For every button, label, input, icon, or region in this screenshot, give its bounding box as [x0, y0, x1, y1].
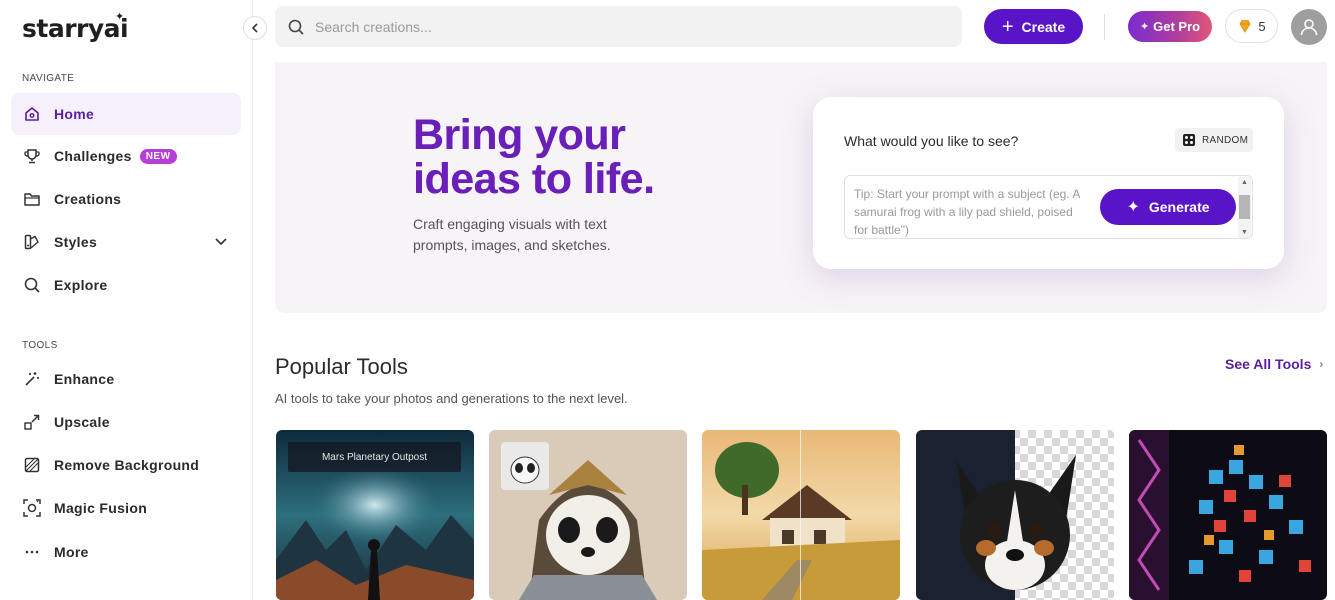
collapse-sidebar-button[interactable] [243, 16, 267, 40]
sidebar-item-upscale[interactable]: Upscale [11, 401, 241, 443]
scroll-down-icon[interactable]: ▼ [1241, 229, 1248, 236]
gem-icon [1239, 20, 1251, 33]
prompt-placeholder: Tip: Start your prompt with a subject (e… [854, 187, 1080, 237]
generate-label: Generate [1148, 199, 1210, 215]
search-icon [288, 19, 304, 35]
chevron-right-icon: › [1319, 357, 1324, 371]
see-all-tools-link[interactable]: See All Tools › [1225, 356, 1323, 372]
section-title: Popular Tools [275, 354, 408, 379]
search-placeholder: Search creations... [315, 18, 432, 35]
tool-card-label: Mars Planetary Outpost [288, 442, 461, 472]
sidebar-item-styles[interactable]: Styles [11, 221, 241, 263]
hero-subtitle: Craft engaging visuals with text prompts… [413, 216, 611, 253]
tool-card-mars[interactable]: Mars Planetary Outpost [276, 430, 474, 600]
create-button[interactable]: + Create [984, 9, 1083, 44]
sidebar-item-creations[interactable]: Creations [11, 178, 241, 220]
search-input[interactable]: Search creations... [275, 6, 962, 47]
logo[interactable]: starryai ✦ [22, 10, 129, 43]
tool-card-panda[interactable] [489, 430, 687, 600]
sidebar-item-enhance[interactable]: Enhance [11, 358, 241, 400]
scrollbar[interactable]: ▲ ▼ [1238, 177, 1251, 238]
trophy-icon [22, 146, 42, 166]
sidebar-item-label: Enhance [54, 371, 115, 387]
prompt-textarea[interactable]: Tip: Start your prompt with a subject (e… [844, 175, 1253, 239]
sparkle-icon: ✦ [1139, 21, 1150, 33]
tool-card-house[interactable] [702, 430, 900, 600]
magic-fusion-icon [22, 498, 42, 518]
create-label: Create [1021, 18, 1066, 35]
sidebar-item-label: Remove Background [54, 457, 200, 473]
get-pro-label: Get Pro [1153, 19, 1201, 34]
sidebar-item-label: Styles [54, 234, 98, 250]
search-icon [22, 275, 42, 295]
sidebar-item-label: Challenges [54, 148, 132, 164]
generate-button[interactable]: ✦ Generate [1100, 189, 1236, 225]
user-icon [1300, 19, 1318, 36]
chevron-left-icon [251, 23, 258, 33]
random-label: RANDOM [1202, 134, 1249, 146]
hero-title-line: ideas to life. [413, 155, 655, 203]
dice-icon [1183, 134, 1195, 146]
sidebar-item-remove-background[interactable]: Remove Background [11, 444, 241, 486]
folder-icon [22, 189, 42, 209]
random-button[interactable]: RANDOM [1175, 128, 1253, 152]
panda-knight-image [489, 430, 687, 600]
home-icon [22, 104, 42, 124]
cubes-image [1129, 430, 1327, 600]
divider [1104, 14, 1105, 40]
sidebar-item-label: Creations [54, 191, 122, 207]
avatar[interactable] [1291, 9, 1327, 45]
sidebar-item-label: Upscale [54, 414, 110, 430]
sidebar-item-label: Home [54, 106, 95, 122]
puppy-image [916, 430, 1114, 600]
upscale-icon [22, 412, 42, 432]
chevron-down-icon[interactable] [213, 233, 229, 254]
hero-title-line: Bring your [413, 111, 626, 159]
see-all-label: See All Tools [1225, 356, 1312, 372]
sparkle-icon: ✦ [1126, 199, 1140, 216]
sidebar-item-label: Magic Fusion [54, 500, 148, 516]
scrollbar-thumb[interactable] [1239, 195, 1250, 219]
new-badge: NEW [139, 148, 177, 164]
sidebar-item-home[interactable]: Home [11, 93, 241, 135]
styles-icon [22, 232, 42, 252]
tools-section-label: TOOLS [22, 340, 58, 351]
plus-icon: + [1001, 15, 1014, 38]
sidebar-item-magic-fusion[interactable]: Magic Fusion [11, 487, 241, 529]
remove-background-icon [22, 455, 42, 475]
house-field-image [702, 430, 900, 600]
sparkle-icon: ✦ [115, 10, 124, 23]
tool-card-puppy[interactable] [916, 430, 1114, 600]
prompt-question: What would you like to see? [844, 133, 1019, 149]
sidebar-item-explore[interactable]: Explore [11, 264, 241, 306]
sidebar: starryai ✦ NAVIGATE Home Challenges NEW C… [0, 0, 253, 600]
sidebar-item-label: More [54, 544, 89, 560]
credits-badge[interactable]: 5 [1225, 9, 1278, 43]
scroll-up-icon[interactable]: ▲ [1241, 179, 1248, 186]
navigate-section-label: NAVIGATE [22, 73, 75, 84]
get-pro-button[interactable]: ✦ Get Pro [1128, 11, 1212, 42]
magic-wand-icon [22, 369, 42, 389]
hero-title: Bring your ideas to life. [413, 113, 655, 201]
credits-count: 5 [1258, 18, 1266, 34]
prompt-card: What would you like to see? RANDOM Tip: … [813, 97, 1284, 269]
sidebar-item-more[interactable]: More [11, 531, 241, 573]
sidebar-item-challenges[interactable]: Challenges NEW [11, 135, 241, 177]
tool-card-cubes[interactable] [1129, 430, 1327, 600]
more-icon [22, 542, 42, 562]
section-subtitle: AI tools to take your photos and generat… [275, 391, 628, 406]
sidebar-item-label: Explore [54, 277, 108, 293]
